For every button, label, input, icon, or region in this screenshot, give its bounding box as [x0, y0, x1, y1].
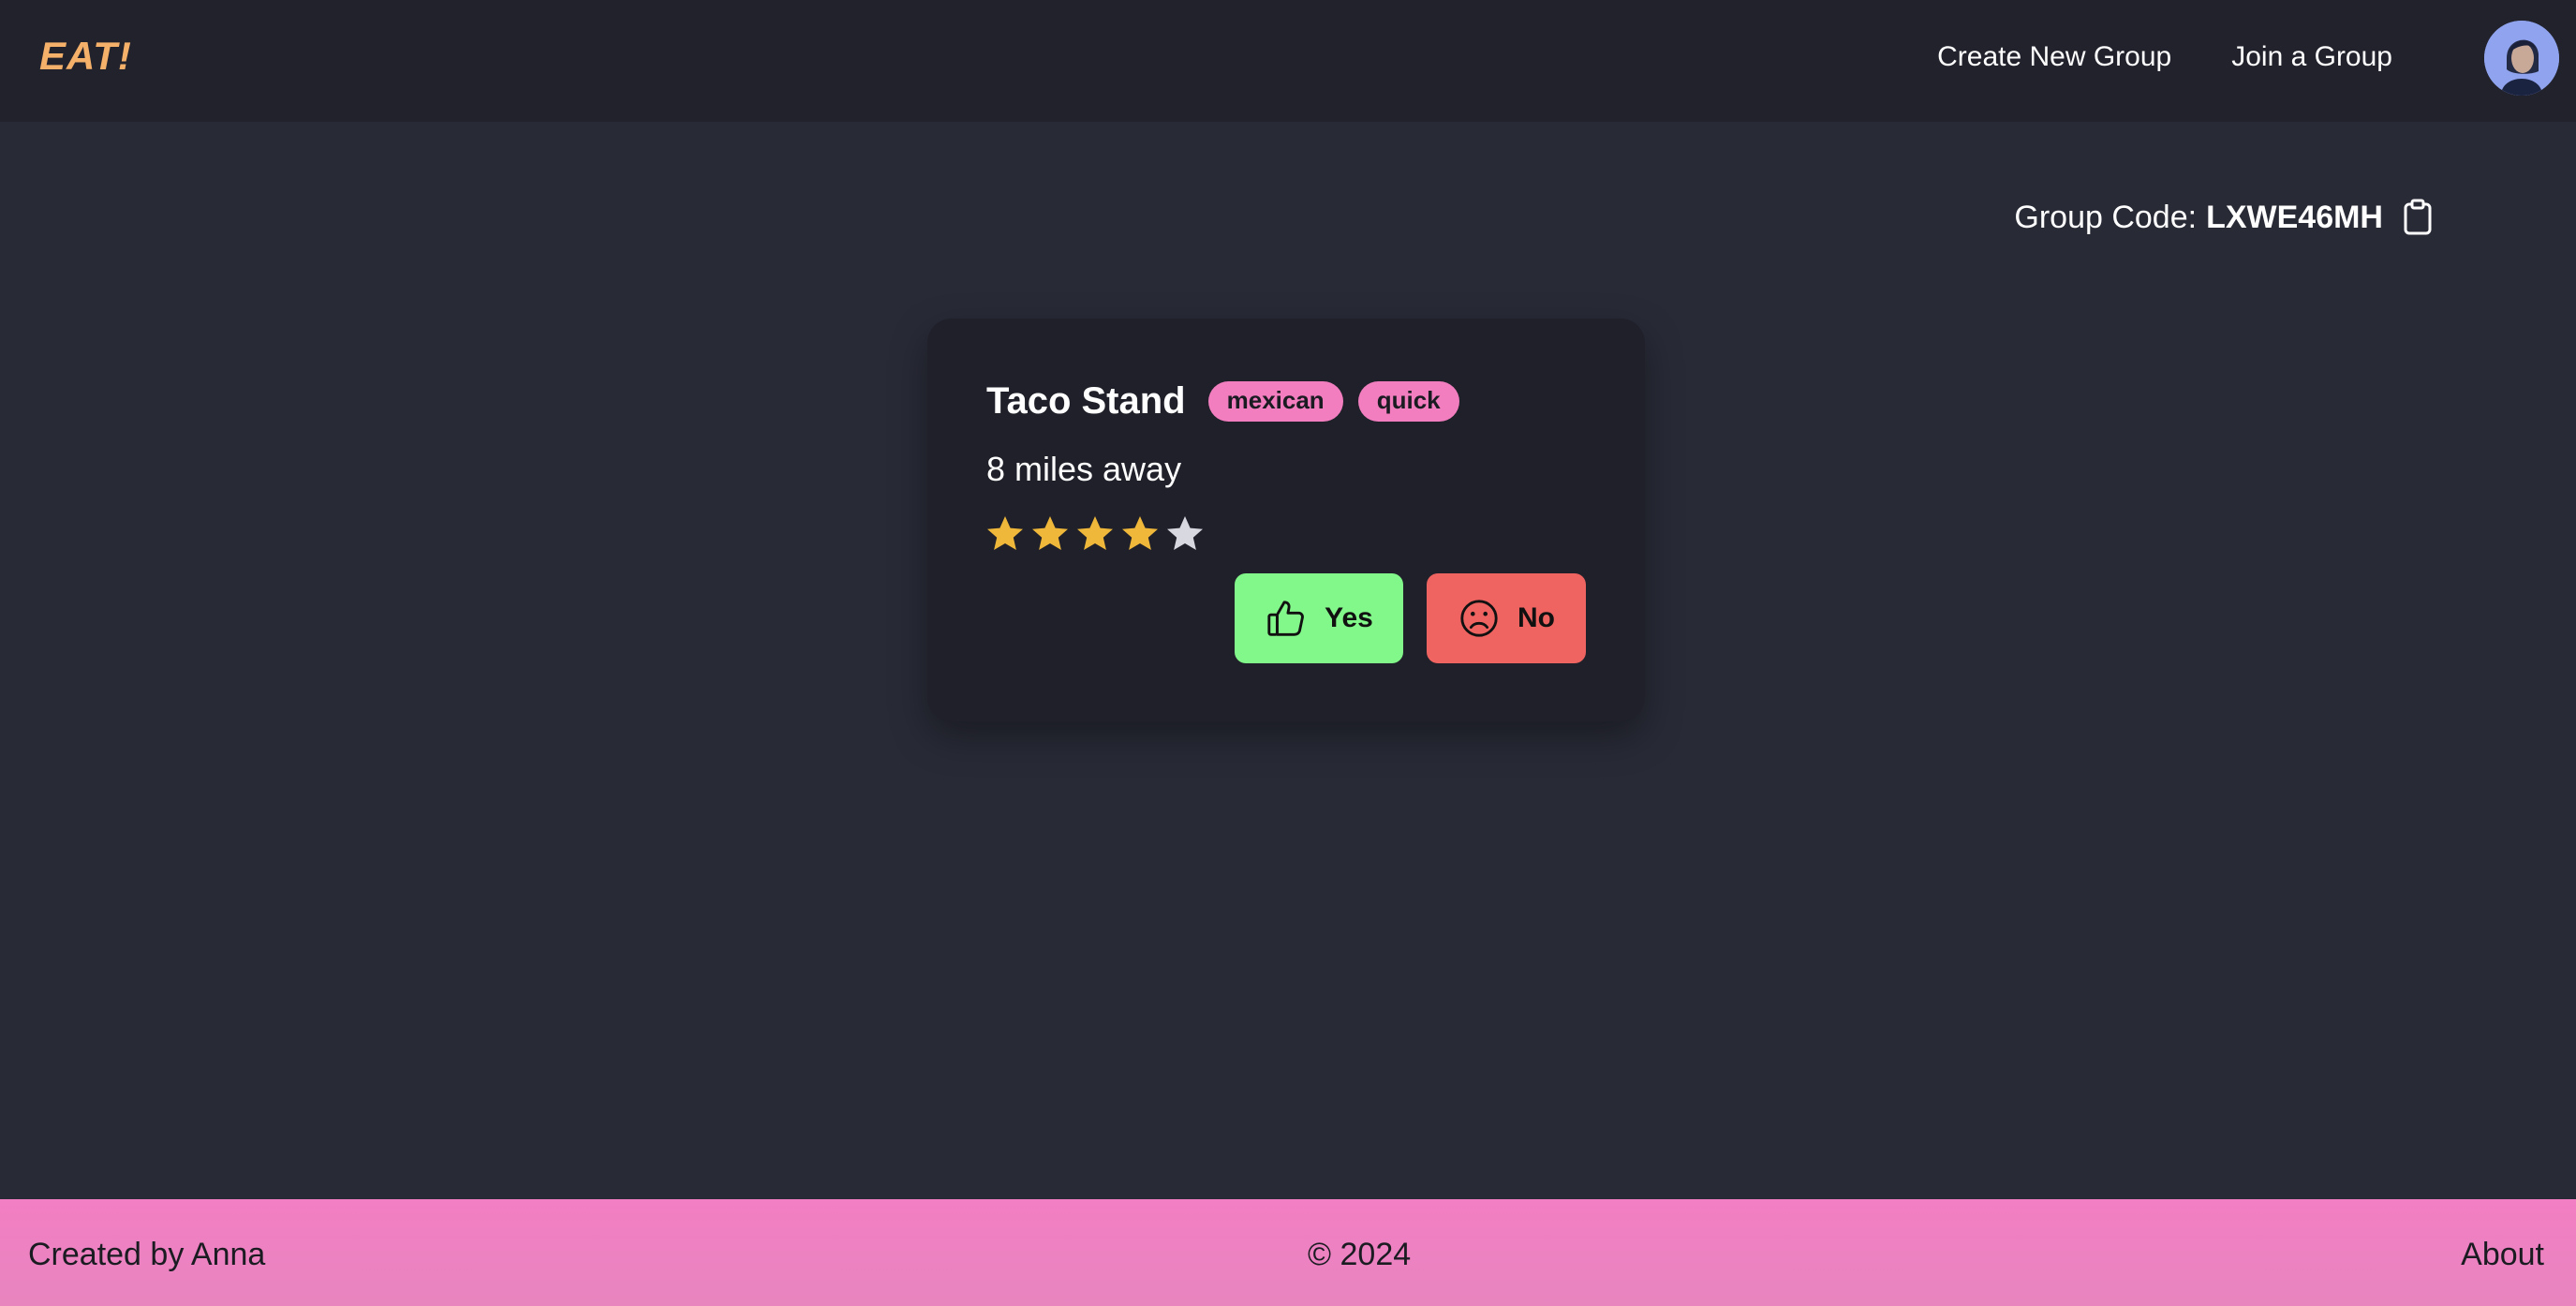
star-filled-icon [1119, 513, 1161, 555]
yes-label: Yes [1325, 602, 1373, 633]
user-avatar[interactable] [2484, 21, 2559, 96]
group-code-value: LXWE46MH [2206, 199, 2383, 235]
nav-links: Create New Group Join a Group [1937, 41, 2392, 73]
footer: Created by Anna © 2024 About [0, 1199, 2576, 1306]
star-filled-icon [985, 513, 1026, 555]
no-label: No [1517, 602, 1555, 633]
footer-copyright: © 2024 [1308, 1237, 1412, 1272]
tag-quick: quick [1357, 381, 1459, 422]
join-group-link[interactable]: Join a Group [2231, 41, 2392, 73]
avatar-icon [2484, 21, 2559, 96]
tag-mexican: mexican [1207, 381, 1343, 422]
card-header: Taco Stand mexican quick [986, 380, 1459, 423]
brand-logo[interactable]: EAT! [39, 34, 132, 79]
sad-face-icon [1460, 600, 1498, 637]
footer-credit: Created by Anna [28, 1237, 266, 1272]
star-filled-icon [1074, 513, 1116, 555]
navbar: EAT! Create New Group Join a Group [0, 0, 2576, 122]
star-filled-icon [1029, 513, 1071, 555]
thumbs-up-icon [1267, 601, 1305, 636]
group-code-label: Group Code: [2014, 199, 2198, 235]
about-link[interactable]: About [2461, 1237, 2544, 1273]
group-code: Group Code: LXWE46MH [2014, 199, 2434, 236]
restaurant-name: Taco Stand [986, 380, 1186, 422]
yes-button[interactable]: Yes [1235, 573, 1403, 663]
distance-text: 8 miles away [986, 450, 1182, 488]
no-button[interactable]: No [1427, 573, 1586, 663]
create-new-group-link[interactable]: Create New Group [1937, 41, 2171, 73]
star-rating [985, 513, 1206, 555]
app-page: EAT! Create New Group Join a Group Group… [0, 0, 2576, 1306]
star-empty-icon [1164, 513, 1206, 555]
clipboard-icon[interactable] [2402, 199, 2434, 236]
restaurant-card: Taco Stand mexican quick 8 miles away Ye… [927, 319, 1645, 721]
